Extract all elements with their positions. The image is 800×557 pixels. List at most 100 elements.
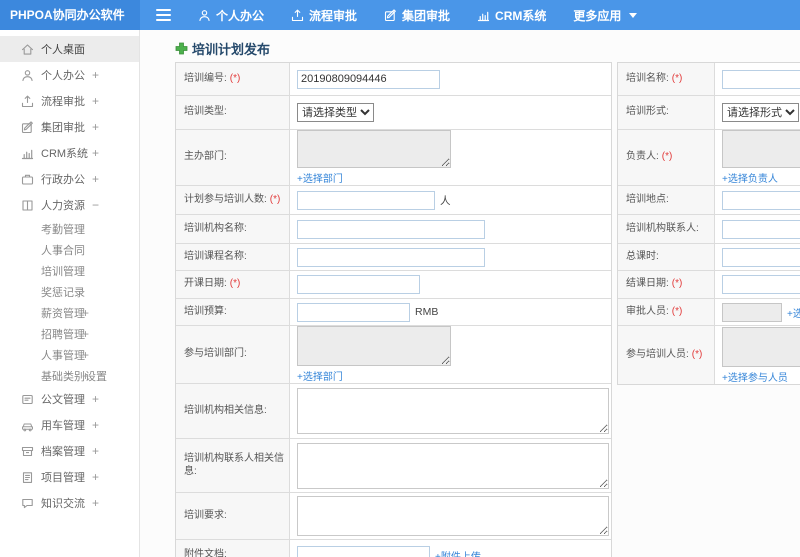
field-label: 培训机构联系人相关信息:	[184, 453, 284, 477]
field-label: 培训名称:	[626, 72, 669, 84]
leader-box[interactable]	[722, 130, 800, 168]
sidebar-item-rewards[interactable]: 奖惩记录	[0, 281, 139, 302]
bar-chart-icon	[21, 147, 34, 160]
sidebar-item-hr[interactable]: 人力资源 −	[0, 192, 139, 218]
attachment-input[interactable]	[297, 545, 430, 557]
select-leader-link[interactable]: +选择负责人	[722, 170, 778, 185]
expand-toggle[interactable]: +	[92, 68, 99, 82]
select-dept-link[interactable]: +选择部门	[297, 170, 343, 185]
field-label: 主办部门:	[184, 151, 227, 163]
org-contact-info-textarea[interactable]	[297, 442, 609, 489]
trainee-box[interactable]	[722, 326, 800, 367]
training-no-input[interactable]	[297, 69, 440, 89]
form-row-org-info: 培训机构相关信息:	[176, 384, 611, 439]
nav-workflow-approval[interactable]: 流程审批	[291, 7, 357, 24]
select-trainee-link[interactable]: +选择参与人员	[722, 369, 788, 384]
upload-icon	[291, 9, 304, 22]
org-info-textarea[interactable]	[297, 388, 609, 434]
expand-toggle[interactable]: +	[92, 444, 99, 458]
select-training-dept-link[interactable]: +选择部门	[297, 368, 343, 383]
form-row-training-no: 培训编号: (*)	[176, 63, 611, 96]
sidebar-item-hr-contract[interactable]: 人事合同	[0, 239, 139, 260]
sidebar-item-workflow-approval[interactable]: 流程审批 +	[0, 88, 139, 114]
expand-toggle[interactable]: +	[92, 496, 99, 510]
form-row-location: 培训地点:	[618, 186, 800, 215]
select-approver-link[interactable]: +选择审批人员	[787, 305, 800, 320]
expand-toggle[interactable]: +	[82, 327, 89, 341]
home-icon	[21, 43, 34, 56]
field-label: 培训地点:	[626, 193, 669, 205]
expand-toggle[interactable]: +	[92, 392, 99, 406]
bar-chart-icon	[477, 9, 490, 22]
main-content: 培训计划发布 培训编号:(*) 培训类型: 请选择类型 主办部门: +选择部门 …	[141, 30, 800, 557]
field-label: 培训机构名称:	[184, 222, 247, 234]
field-label: 培训形式:	[626, 106, 669, 118]
end-date-input[interactable]	[722, 275, 800, 294]
nav-item-label: 集团审批	[402, 8, 451, 23]
sidebar-item-crm[interactable]: CRM系统 +	[0, 140, 139, 166]
participant-count-input[interactable]	[297, 190, 435, 210]
sidebar-item-base-category[interactable]: 基础类别设置 +	[0, 365, 139, 386]
field-label: 参与培训人员:	[626, 348, 689, 360]
training-require-textarea[interactable]	[297, 496, 609, 536]
nav-crm[interactable]: CRM系统	[477, 7, 546, 24]
expand-toggle[interactable]: +	[82, 348, 89, 362]
training-type-select[interactable]: 请选择类型	[297, 103, 374, 122]
required-marker: (*)	[229, 278, 241, 290]
form-row-course-name: 培训课程名称:	[176, 244, 611, 271]
top-navbar: PHPOA协同办公软件 个人办公 流程审批 集团审批 CRM系统 更多应用	[0, 0, 800, 30]
sidebar-item-salary[interactable]: 薪资管理 +	[0, 302, 139, 323]
field-label: 培训机构联系人:	[626, 222, 699, 234]
expand-toggle[interactable]: +	[92, 146, 99, 160]
app-logo: PHPOA协同办公软件	[0, 0, 140, 30]
sidebar-item-archive[interactable]: 档案管理 +	[0, 438, 139, 464]
course-name-input[interactable]	[297, 247, 485, 267]
nav-more-apps[interactable]: 更多应用	[573, 7, 638, 24]
expand-toggle[interactable]: −	[92, 198, 99, 212]
attachment-upload-link[interactable]: +附件上传	[435, 548, 481, 557]
total-hours-input[interactable]	[722, 247, 800, 267]
expand-toggle[interactable]: +	[82, 369, 89, 383]
field-label: 培训课程名称:	[184, 250, 247, 262]
hamburger-menu-icon[interactable]	[156, 9, 171, 21]
sidebar-item-personal-office[interactable]: 个人办公 +	[0, 62, 139, 88]
location-input[interactable]	[722, 190, 800, 210]
sidebar-item-project[interactable]: 项目管理 +	[0, 464, 139, 490]
start-date-input[interactable]	[297, 275, 420, 294]
expand-toggle[interactable]: +	[92, 470, 99, 484]
expand-toggle[interactable]: +	[92, 172, 99, 186]
expand-toggle[interactable]: +	[82, 306, 89, 320]
expand-toggle[interactable]: +	[92, 94, 99, 108]
form-row-total-hours: 总课时:	[618, 244, 800, 271]
budget-input[interactable]	[297, 302, 410, 322]
nav-personal-office[interactable]: 个人办公	[198, 7, 264, 24]
form-row-budget: 培训预算: RMB	[176, 299, 611, 326]
form-row-training-dept: 参与培训部门: +选择部门	[176, 326, 611, 384]
nav-item-label: 个人办公	[216, 8, 265, 23]
org-name-input[interactable]	[297, 219, 485, 239]
sidebar-item-training[interactable]: 培训管理	[0, 260, 139, 281]
sidebar-item-personnel[interactable]: 人事管理 +	[0, 344, 139, 365]
org-contact-input[interactable]	[722, 219, 800, 239]
form-row-org-name: 培训机构名称:	[176, 215, 611, 244]
sidebar-item-knowledge[interactable]: 知识交流 +	[0, 490, 139, 516]
nav-group-approval[interactable]: 集团审批	[384, 7, 450, 24]
field-label: 培训编号:	[184, 72, 227, 84]
sidebar-item-admin-office[interactable]: 行政办公 +	[0, 166, 139, 192]
sidebar-item-document[interactable]: 公文管理 +	[0, 386, 139, 412]
host-dept-box[interactable]	[297, 130, 451, 168]
sidebar-item-recruit[interactable]: 招聘管理 +	[0, 323, 139, 344]
field-label: 附件文档:	[184, 548, 227, 557]
training-dept-box[interactable]	[297, 326, 451, 366]
sidebar-item-personal-desktop[interactable]: 个人桌面	[0, 36, 139, 62]
sidebar-item-vehicle[interactable]: 用车管理 +	[0, 412, 139, 438]
sidebar-item-attendance[interactable]: 考勤管理	[0, 218, 139, 239]
training-name-input[interactable]	[722, 69, 800, 89]
sidebar-item-group-approval[interactable]: 集团审批 +	[0, 114, 139, 140]
form-row-attachment: 附件文档: +附件上传	[176, 540, 611, 557]
expand-toggle[interactable]: +	[92, 418, 99, 432]
training-form-select[interactable]: 请选择形式	[722, 103, 799, 122]
expand-toggle[interactable]: +	[92, 120, 99, 134]
required-marker: (*)	[691, 348, 703, 360]
approver-box[interactable]	[722, 302, 782, 322]
